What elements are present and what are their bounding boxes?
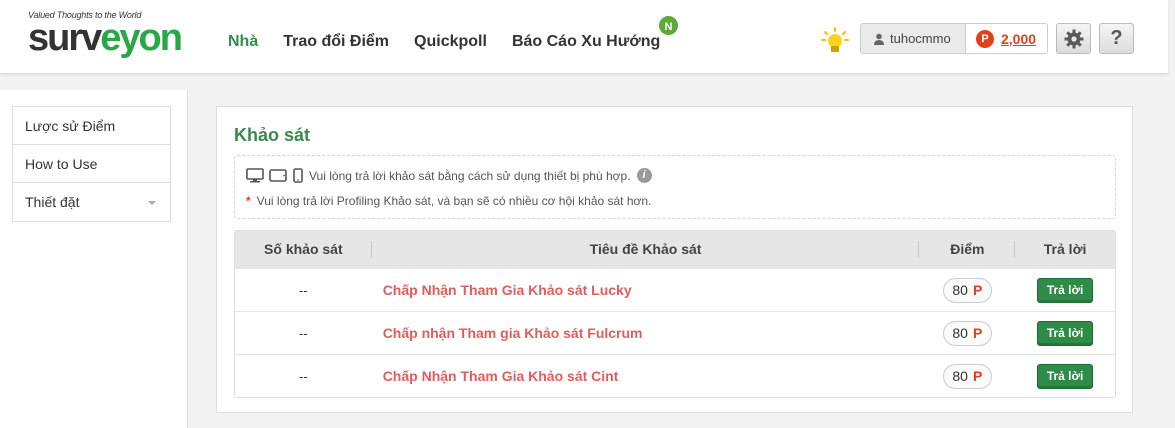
points-value[interactable]: 2,000 (1001, 31, 1036, 47)
info-icon[interactable]: i (636, 168, 652, 183)
profiling-notice-text: Vui lòng trả lời Profiling Khảo sát, và … (256, 194, 652, 208)
help-button[interactable]: ? (1099, 23, 1134, 54)
required-star: * (246, 194, 251, 208)
logo-part-2: eyon (100, 17, 183, 59)
col-points: Điểm (919, 231, 1016, 268)
user-menu[interactable]: tuhocmmo (861, 24, 966, 53)
username: tuhocmmo (890, 31, 951, 46)
survey-number: -- (299, 368, 308, 384)
points-value: 80 (952, 282, 968, 298)
caret-down-icon (148, 201, 156, 205)
points-symbol: P (972, 368, 983, 384)
nav-home[interactable]: Nhà (228, 33, 258, 51)
sidebar-item-how-to-use[interactable]: How to Use (13, 145, 170, 183)
points-value: 80 (952, 368, 968, 384)
sidebar-item-settings[interactable]: Thiết đặt (13, 183, 170, 221)
points-icon: P (976, 29, 994, 48)
main-nav: Nhà Trao đổi Điểm Quickpoll Báo Cáo Xu H… (228, 33, 685, 51)
answer-cell: Trả lời (1015, 312, 1115, 354)
sidebar: Lược sử Điểm How to Use Thiết đặt (0, 90, 188, 428)
logo-part-1: surv (28, 17, 102, 59)
survey-table: Số khảo sát Tiêu đề Khảo sát Điểm Trả lờ… (234, 230, 1116, 398)
profiling-notice: * Vui lòng trả lời Profiling Khảo sát, và… (246, 194, 651, 208)
user-icon (874, 33, 884, 45)
bulb-icon[interactable] (820, 26, 850, 56)
points-pill: 80 P (942, 320, 992, 346)
points-symbol: P (972, 325, 983, 341)
user-points-box: tuhocmmo P 2,000 (860, 23, 1048, 54)
top-header: Valued Thoughts to the World surveyon Nh… (0, 0, 1168, 74)
sidebar-item-label: Lược sử Điểm (25, 117, 116, 134)
survey-title-link[interactable]: Chấp nhận Tham gia Khảo sát Fulcrum (372, 312, 920, 354)
device-notice: Vui lòng trả lời khảo sát bằng cách sử d… (246, 168, 652, 183)
survey-number: -- (299, 282, 308, 298)
answer-button[interactable]: Trả lời (1037, 320, 1094, 346)
sidebar-menu: Lược sử Điểm How to Use Thiết đặt (12, 106, 171, 222)
sidebar-item-label: Thiết đặt (25, 194, 80, 210)
col-survey-number: Số khảo sát (235, 231, 372, 268)
sidebar-item-label: How to Use (25, 155, 98, 172)
nav-quickpoll[interactable]: Quickpoll (414, 33, 487, 51)
help-icon: ? (1110, 27, 1123, 49)
answer-button[interactable]: Trả lời (1037, 363, 1094, 389)
answer-cell: Trả lời (1015, 269, 1115, 311)
table-row: -- Chấp nhận Tham gia Khảo sát Fulcrum 8… (235, 311, 1115, 354)
device-notice-text: Vui lòng trả lời khảo sát bằng cách sử d… (309, 168, 631, 183)
points-display[interactable]: P 2,000 (966, 24, 1047, 53)
table-row: -- Chấp Nhận Tham Gia Khảo sát Cint 80 P … (235, 354, 1115, 397)
settings-button[interactable] (1056, 23, 1091, 54)
points-value: 80 (952, 325, 968, 341)
points-cell: 80 P (919, 355, 1015, 397)
points-cell: 80 P (919, 269, 1015, 311)
nav-exchange-points[interactable]: Trao đổi Điểm (283, 33, 389, 51)
page-title: Khảo sát (234, 125, 311, 145)
sidebar-item-points-history[interactable]: Lược sử Điểm (13, 107, 170, 145)
points-pill: 80 P (942, 363, 992, 389)
survey-panel: Khảo sát Vui lòng trả lời khảo sát bằng … (216, 106, 1133, 413)
survey-title-link[interactable]: Chấp Nhận Tham Gia Khảo sát Lucky (372, 269, 920, 311)
points-symbol: P (972, 282, 983, 298)
table-header: Số khảo sát Tiêu đề Khảo sát Điểm Trả lờ… (235, 231, 1115, 268)
table-row: -- Chấp Nhận Tham Gia Khảo sát Lucky 80 P… (235, 268, 1115, 311)
points-pill: 80 P (942, 277, 992, 303)
phone-icon (293, 168, 303, 183)
nav-trend-report[interactable]: Báo Cáo Xu Hướng (512, 33, 660, 51)
survey-title-link[interactable]: Chấp Nhận Tham Gia Khảo sát Cint (372, 355, 920, 397)
notice-box: Vui lòng trả lời khảo sát bằng cách sử d… (234, 155, 1116, 219)
answer-cell: Trả lời (1015, 355, 1115, 397)
survey-number: -- (299, 325, 308, 341)
surveyon-logo[interactable]: Valued Thoughts to the World surveyon (28, 10, 208, 62)
gear-icon (1064, 29, 1083, 48)
points-cell: 80 P (919, 312, 1015, 354)
tablet-icon (269, 169, 287, 182)
new-badge: N (657, 14, 680, 37)
logo-wordmark: surveyon (28, 17, 183, 59)
answer-button[interactable]: Trả lời (1037, 277, 1094, 303)
desktop-icon (246, 168, 264, 183)
col-answer: Trả lời (1043, 241, 1087, 257)
col-survey-title: Tiêu đề Khảo sát (372, 231, 920, 268)
